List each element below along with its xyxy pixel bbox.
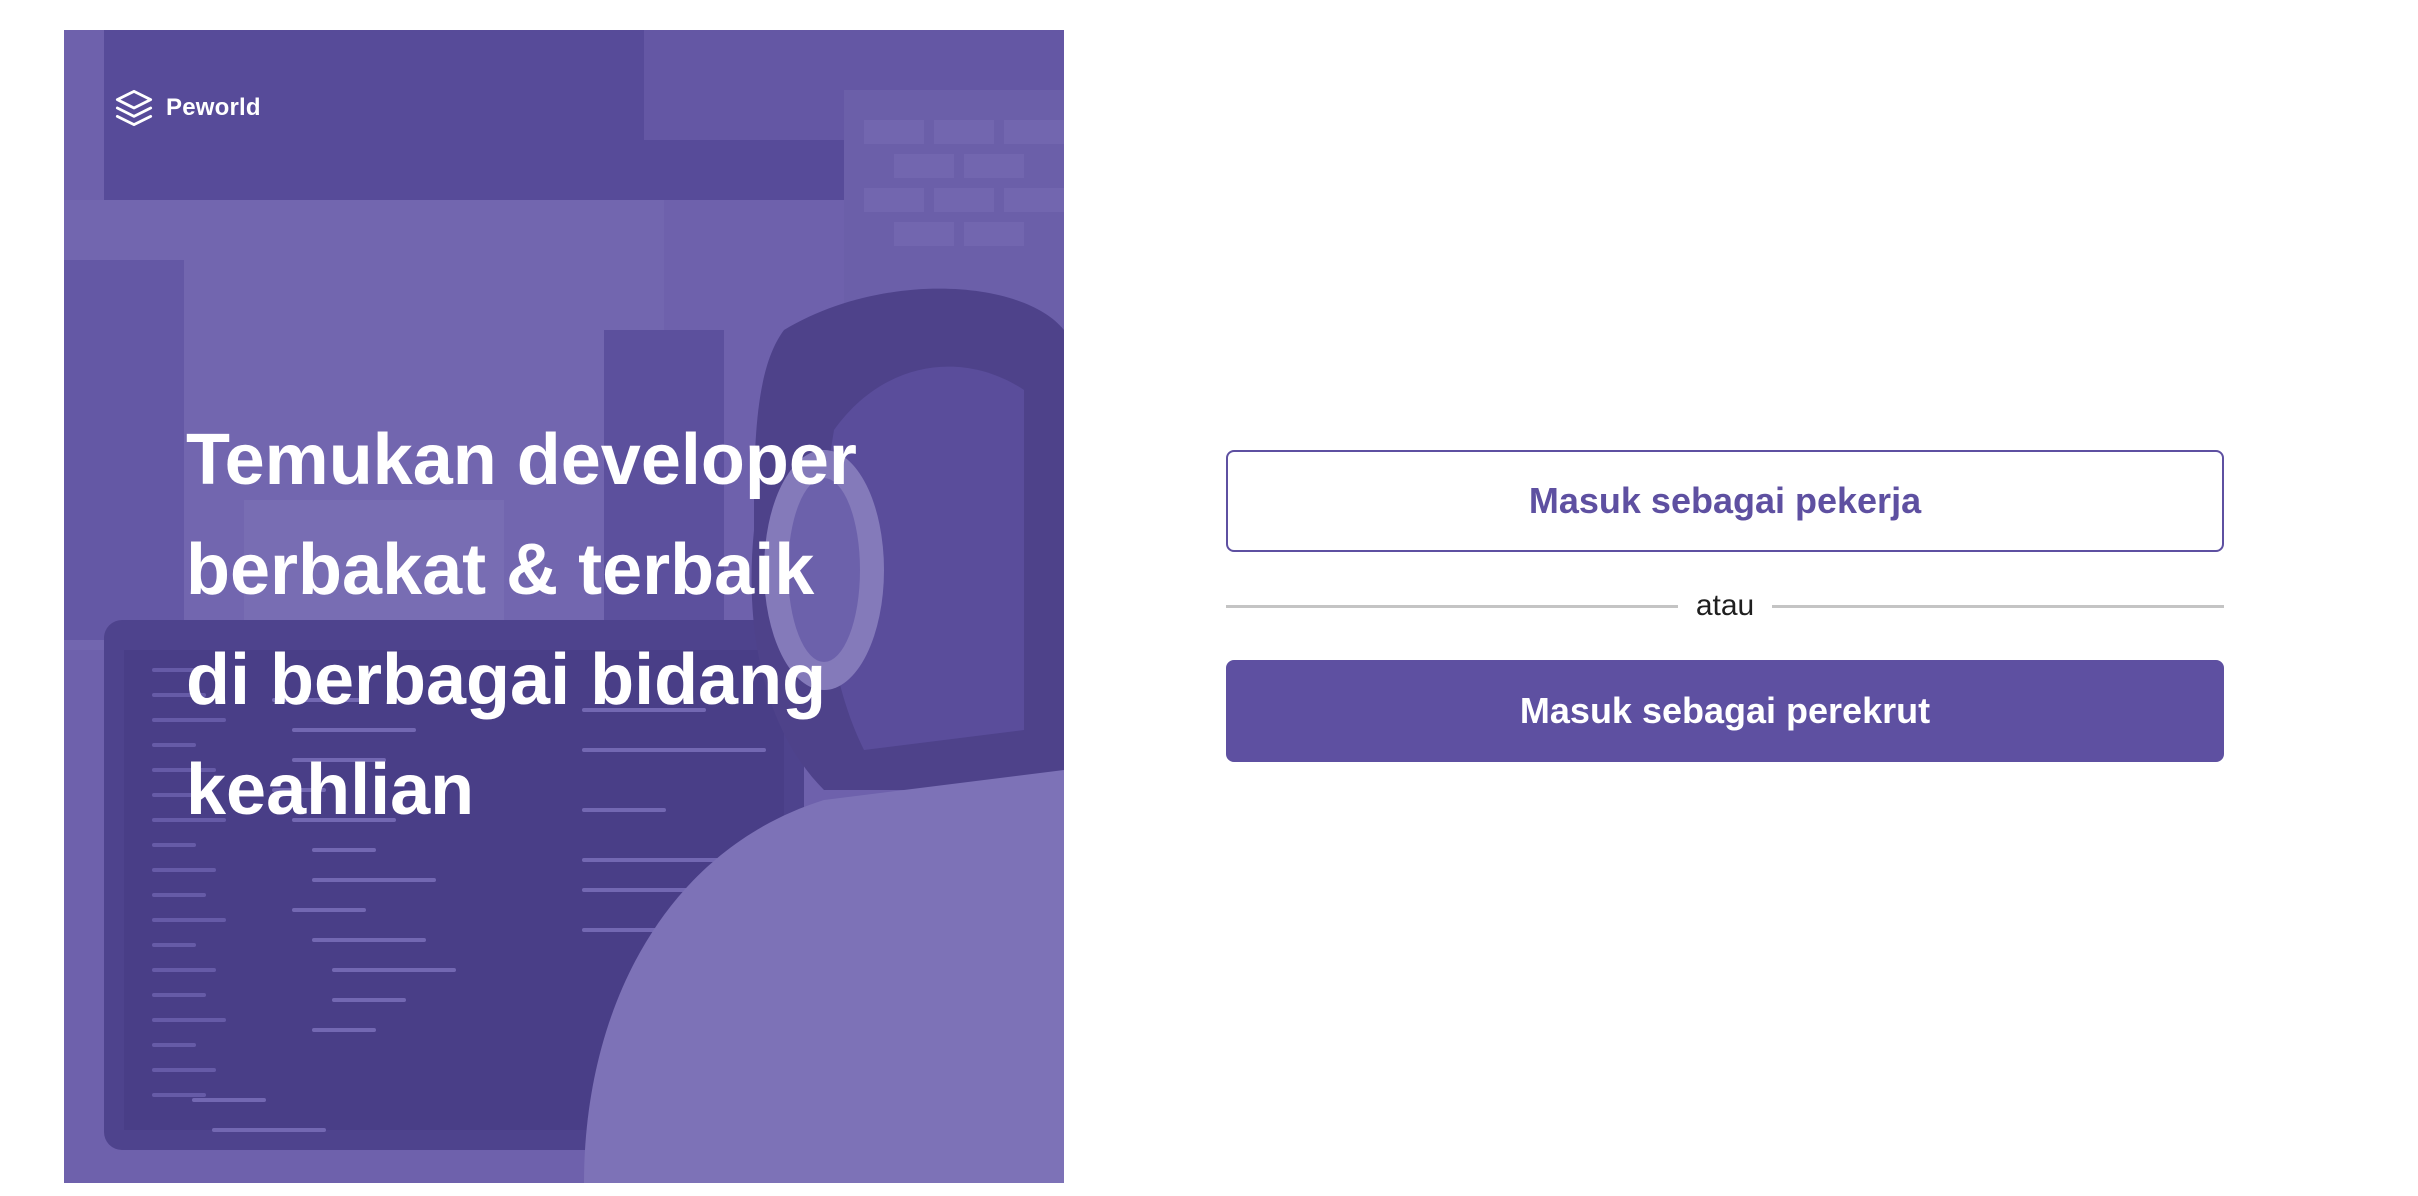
layers-icon: [115, 89, 153, 127]
login-options: Masuk sebagai pekerja atau Masuk sebagai…: [1226, 450, 2225, 762]
headline-line-3: di berbagai bidang: [186, 640, 827, 720]
hero-panel: Peworld Temukan developer berbakat & ter…: [64, 30, 1064, 1183]
divider-line-left: [1226, 604, 1678, 608]
or-divider: atau: [1226, 578, 2225, 634]
brand-name: Peworld: [166, 94, 261, 121]
headline-line-1: Temukan developer: [186, 420, 857, 500]
brand-logo: Peworld: [114, 88, 261, 128]
login-as-recruiter-button[interactable]: Masuk sebagai perekrut: [1226, 660, 2224, 762]
headline-line-2: berbakat & terbaik: [186, 530, 815, 610]
login-as-worker-button[interactable]: Masuk sebagai pekerja: [1226, 450, 2224, 552]
hero-headline: Temukan developer berbakat & terbaik di …: [186, 405, 946, 845]
headline-line-4: keahlian: [186, 750, 475, 830]
divider-text: atau: [1695, 589, 1755, 622]
divider-line-right: [1772, 604, 2225, 608]
